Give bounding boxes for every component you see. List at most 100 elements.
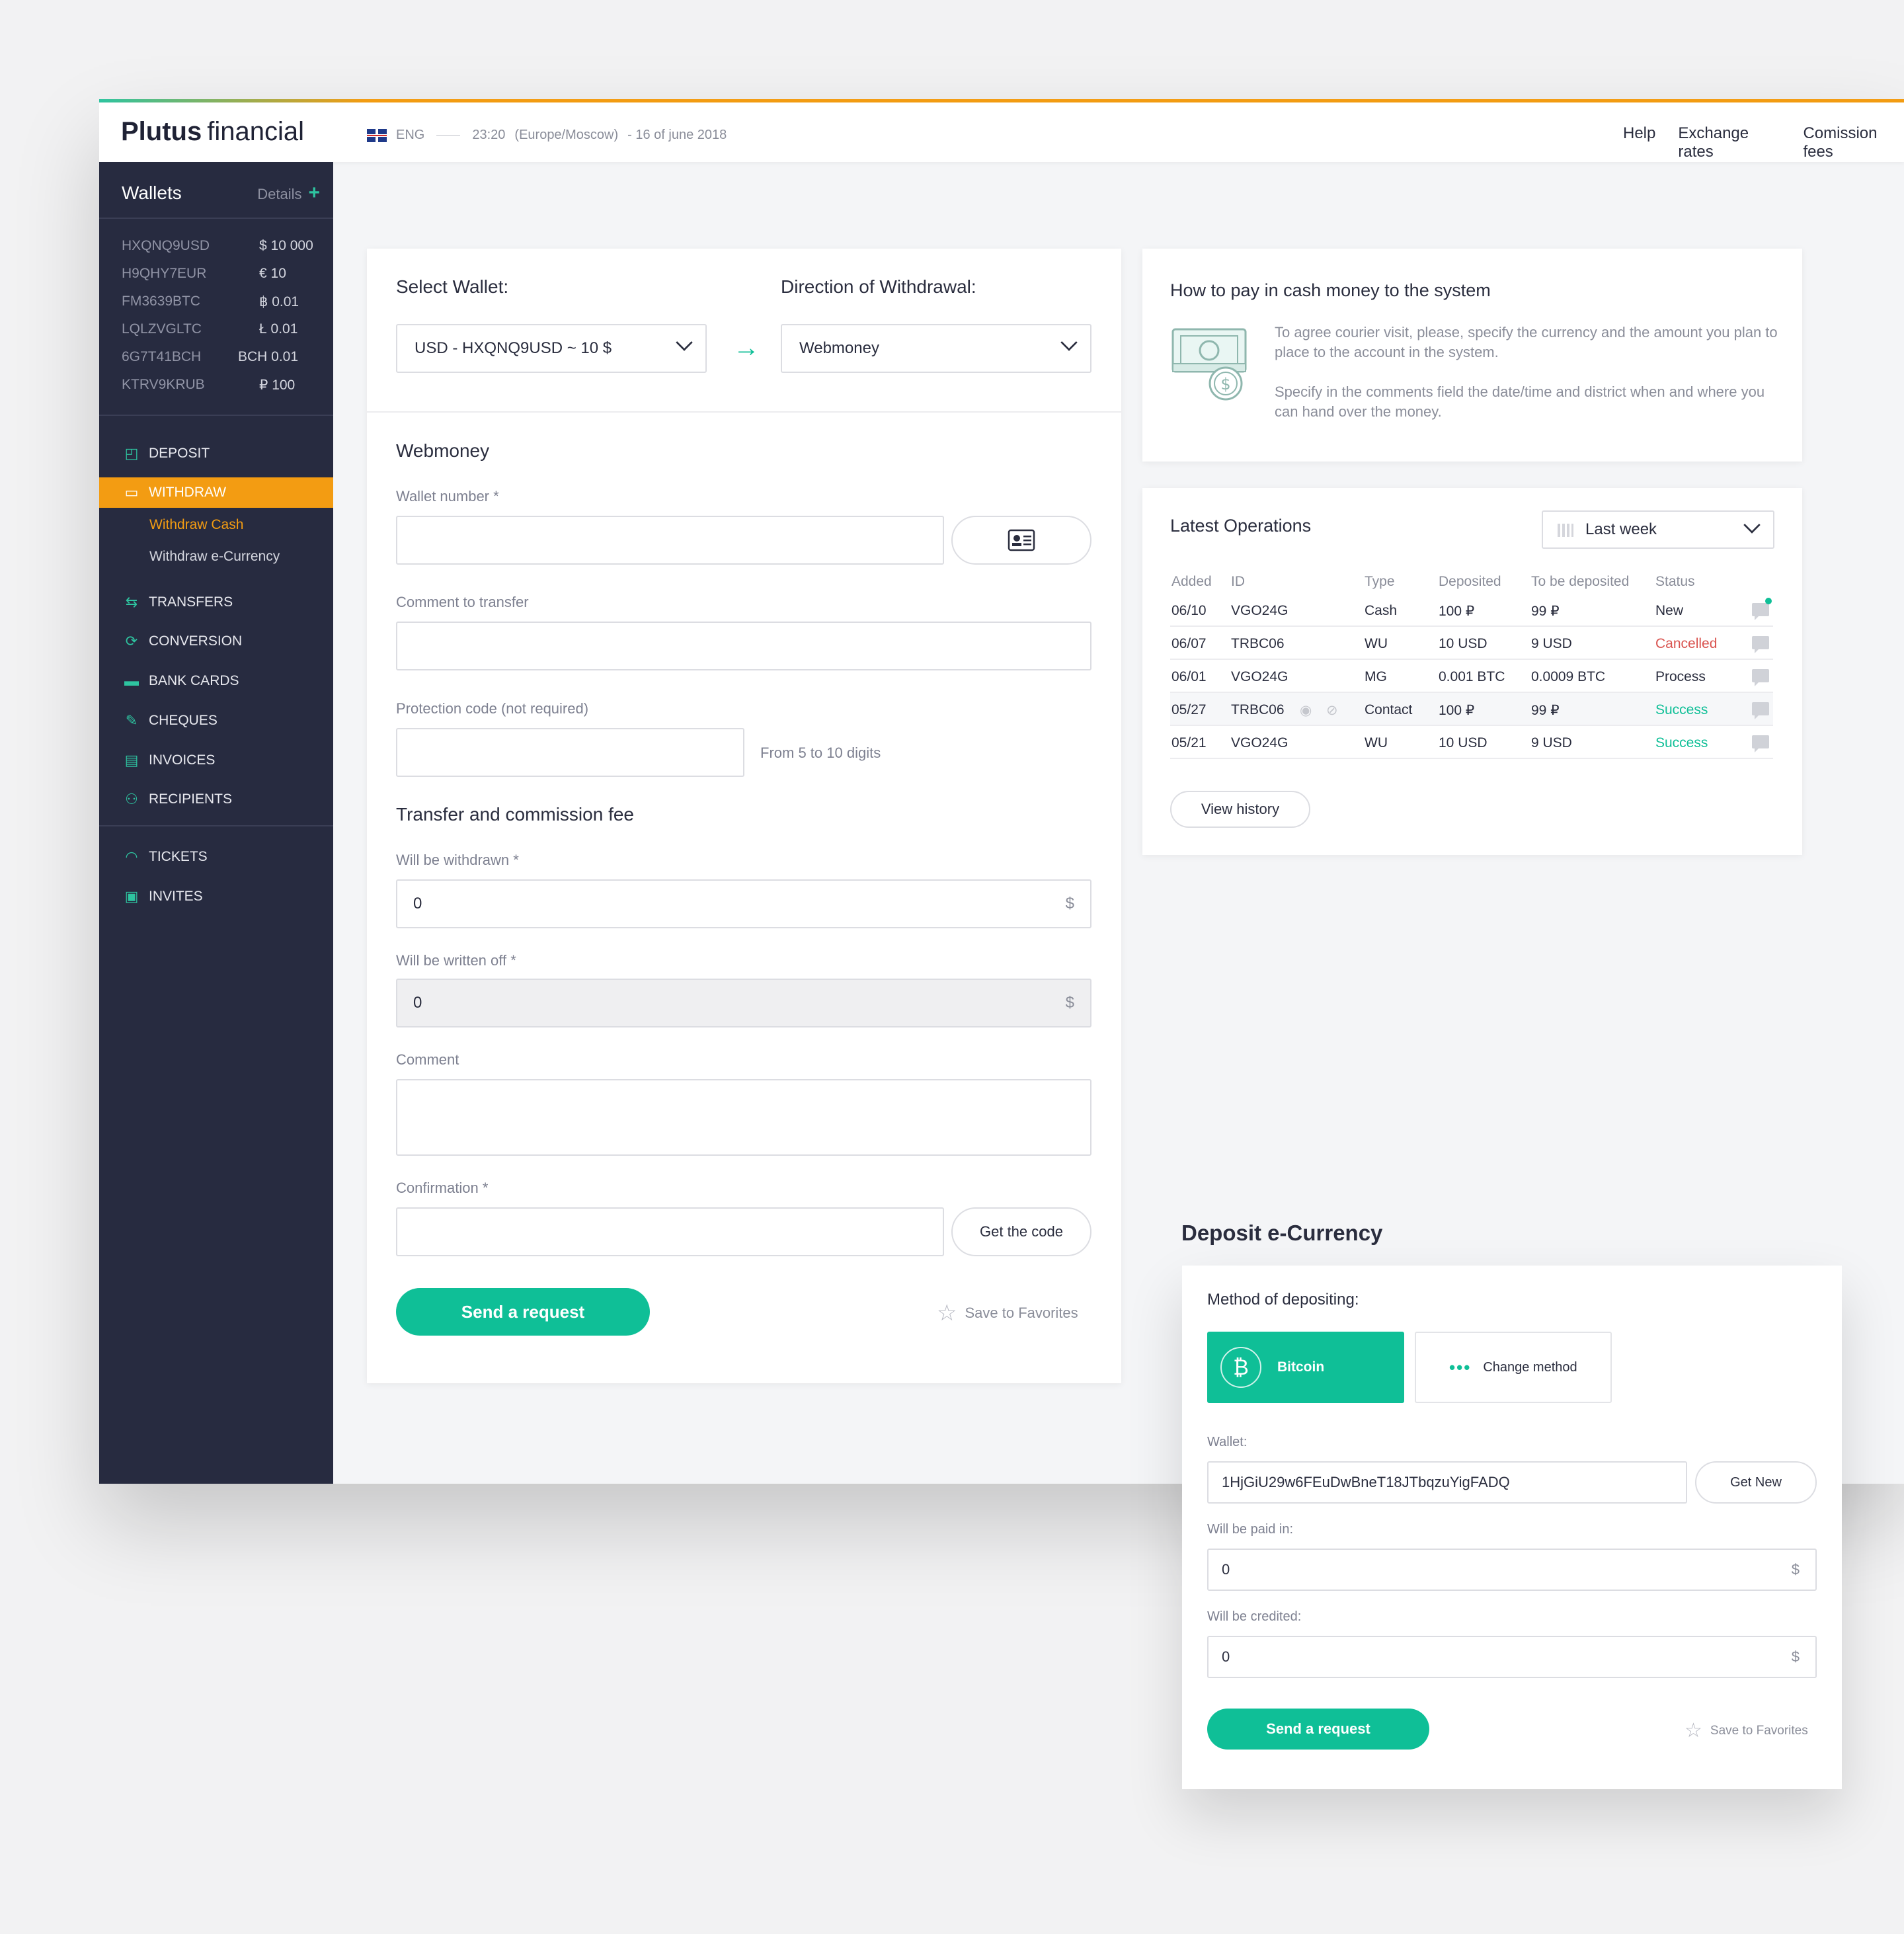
get-code-button[interactable]: Get the code: [951, 1207, 1091, 1256]
uk-flag-icon[interactable]: [367, 128, 387, 142]
wallet-amount: $ 10 000: [259, 238, 313, 253]
chevron-down-icon: [1060, 334, 1078, 351]
language-label[interactable]: ENG: [396, 128, 424, 143]
table-row[interactable]: 05/21 VGO24G WU 10 USD 9 USD Success: [1170, 726, 1773, 759]
sidebar-item-bank-cards[interactable]: ▬ BANK CARDS: [99, 666, 333, 696]
wallet-amount: BCH 0.01: [238, 349, 299, 364]
view-history-button[interactable]: View history: [1170, 791, 1310, 828]
comment-icon[interactable]: [1752, 603, 1769, 620]
current-time: 23:20: [472, 128, 506, 142]
sidebar-item-recipients[interactable]: ⚇ RECIPIENTS: [99, 784, 333, 815]
more-dots-icon: •••: [1449, 1357, 1472, 1377]
cell-type: MG: [1365, 669, 1387, 684]
direction-select[interactable]: Webmoney: [781, 324, 1091, 373]
comment-icon[interactable]: [1752, 669, 1769, 686]
cell-added: 06/01: [1171, 669, 1207, 684]
comment-icon[interactable]: [1752, 636, 1769, 653]
cell-id: VGO24G: [1231, 669, 1289, 684]
deposit-title: Deposit e-Currency: [1181, 1221, 1383, 1245]
view-eye-icon[interactable]: ◉: [1300, 702, 1312, 719]
chevron-down-icon: [676, 334, 693, 351]
direction-select-value: Webmoney: [799, 339, 879, 357]
nav-commission-fees[interactable]: Comission fees: [1803, 124, 1904, 161]
divider: [367, 411, 1121, 413]
written-off-amount-field: 0 $: [396, 979, 1091, 1027]
direction-label: Direction of Withdrawal:: [781, 276, 976, 297]
change-method-button[interactable]: ••• Change method: [1415, 1332, 1612, 1403]
invite-icon: ▣: [124, 888, 139, 905]
wallet-row[interactable]: LQLZVGLTC Ł 0.01: [122, 321, 320, 337]
section-title: Webmoney: [396, 440, 490, 461]
nav-exchange-rates[interactable]: Exchange rates: [1678, 124, 1780, 161]
sidebar-item-label: DEPOSIT: [149, 446, 210, 461]
method-bitcoin[interactable]: ₿ Bitcoin: [1207, 1332, 1404, 1403]
add-wallet-icon[interactable]: +: [308, 182, 320, 204]
table-row[interactable]: 06/07 TRBC06 WU 10 USD 9 USD Cancelled: [1170, 627, 1773, 660]
sidebar-item-transfers[interactable]: ⇆ TRANSFERS: [99, 587, 333, 618]
howto-card: How to pay in cash money to the system $…: [1142, 249, 1802, 462]
deposit-wallet-field[interactable]: 1HjGiU29w6FEuDwBneT18JTbqzuYigFADQ: [1207, 1461, 1687, 1504]
table-row[interactable]: 06/10 VGO24G Cash 100 ₽ 99 ₽ New: [1170, 594, 1773, 627]
sidebar-item-cheques[interactable]: ✎ CHEQUES: [99, 705, 333, 736]
details-label: Details: [257, 186, 302, 202]
sidebar-item-withdraw[interactable]: ▭ WITHDRAW: [99, 477, 333, 508]
period-select[interactable]: Last week: [1542, 510, 1774, 549]
sidebar-item-conversion[interactable]: ⟳ CONVERSION: [99, 626, 333, 657]
transfer-icon: ⇆: [125, 594, 138, 610]
confirmation-code-field[interactable]: [396, 1207, 944, 1256]
wallet-select[interactable]: USD - HXQNQ9USD ~ 10 $: [396, 324, 707, 373]
send-request-button[interactable]: Send a request: [396, 1288, 650, 1336]
nav-help[interactable]: Help: [1623, 124, 1655, 161]
address-book-button[interactable]: [951, 516, 1091, 565]
table-row[interactable]: 06/01 VGO24G MG 0.001 BTC 0.0009 BTC Pro…: [1170, 660, 1773, 693]
credited-field[interactable]: 0 $: [1207, 1636, 1817, 1678]
paid-in-label: Will be paid in:: [1207, 1522, 1294, 1537]
sidebar-item-tickets[interactable]: ◠ TICKETS: [99, 842, 333, 872]
comment-transfer-field[interactable]: [396, 622, 1091, 670]
wallet-row[interactable]: KTRV9KRUB ₽ 100: [122, 377, 320, 393]
sidebar-item-invites[interactable]: ▣ INVITES: [99, 881, 333, 912]
sidebar-item-invoices[interactable]: ▤ INVOICES: [99, 745, 333, 776]
cell-status: Process: [1655, 669, 1706, 684]
logo[interactable]: Plutus financial: [121, 117, 304, 147]
comment-icon[interactable]: [1752, 735, 1769, 752]
column-header: Status: [1655, 574, 1695, 589]
comment-textarea[interactable]: [396, 1079, 1091, 1156]
invoice-icon: ▤: [124, 752, 139, 768]
recipients-icon: ⚇: [125, 791, 138, 807]
chevron-down-icon: [1743, 516, 1761, 534]
wallets-details-link[interactable]: Details +: [257, 182, 320, 204]
paid-in-field[interactable]: 0 $: [1207, 1549, 1817, 1591]
withdrawn-amount-field[interactable]: 0 $: [396, 879, 1091, 928]
deposit-save-to-favorites-link[interactable]: ☆ Save to Favorites: [1685, 1719, 1808, 1742]
comment-icon[interactable]: [1752, 702, 1769, 719]
sidebar-item-deposit[interactable]: ◰ DEPOSIT: [99, 438, 333, 469]
paid-in-value: 0: [1222, 1561, 1230, 1578]
cell-status: Cancelled: [1655, 636, 1718, 651]
cancel-icon[interactable]: ⊘: [1326, 702, 1338, 719]
arrow-right-icon: →: [733, 333, 760, 362]
credited-label: Will be credited:: [1207, 1609, 1302, 1624]
wallet-id: HXQNQ9USD: [122, 238, 210, 253]
wallet-id: KTRV9KRUB: [122, 377, 205, 392]
wallet-row[interactable]: 6G7T41BCH BCH 0.01: [122, 349, 320, 365]
deposit-send-request-button[interactable]: Send a request: [1207, 1709, 1429, 1750]
wallet-row[interactable]: H9QHY7EUR € 10: [122, 266, 320, 282]
written-off-amount-value: 0: [413, 994, 422, 1012]
table-row[interactable]: 05/27 TRBC06 ◉ ⊘ Contact 100 ₽ 99 ₽ Succ…: [1170, 693, 1773, 726]
save-to-favorites-link[interactable]: ☆ Save to Favorites: [937, 1300, 1078, 1326]
protection-code-field[interactable]: [396, 728, 744, 777]
wallet-number-field[interactable]: [396, 516, 944, 565]
withdrawn-label: Will be withdrawn *: [396, 852, 519, 868]
credited-value: 0: [1222, 1648, 1230, 1665]
wallet-row[interactable]: FM3639BTC ฿ 0.01: [122, 294, 320, 309]
sidebar-subitem-withdraw-cash[interactable]: Withdraw Cash: [149, 517, 243, 533]
cell-status: New: [1655, 603, 1684, 618]
cell-type: WU: [1365, 636, 1388, 651]
wallet-row[interactable]: HXQNQ9USD $ 10 000: [122, 238, 320, 254]
cell-type: Contact: [1365, 702, 1413, 717]
contact-card-icon: [1008, 529, 1035, 551]
svg-text:$: $: [1220, 375, 1230, 393]
sidebar-subitem-withdraw-ecurrency[interactable]: Withdraw e-Currency: [149, 549, 280, 565]
get-new-button[interactable]: Get New: [1695, 1461, 1817, 1504]
